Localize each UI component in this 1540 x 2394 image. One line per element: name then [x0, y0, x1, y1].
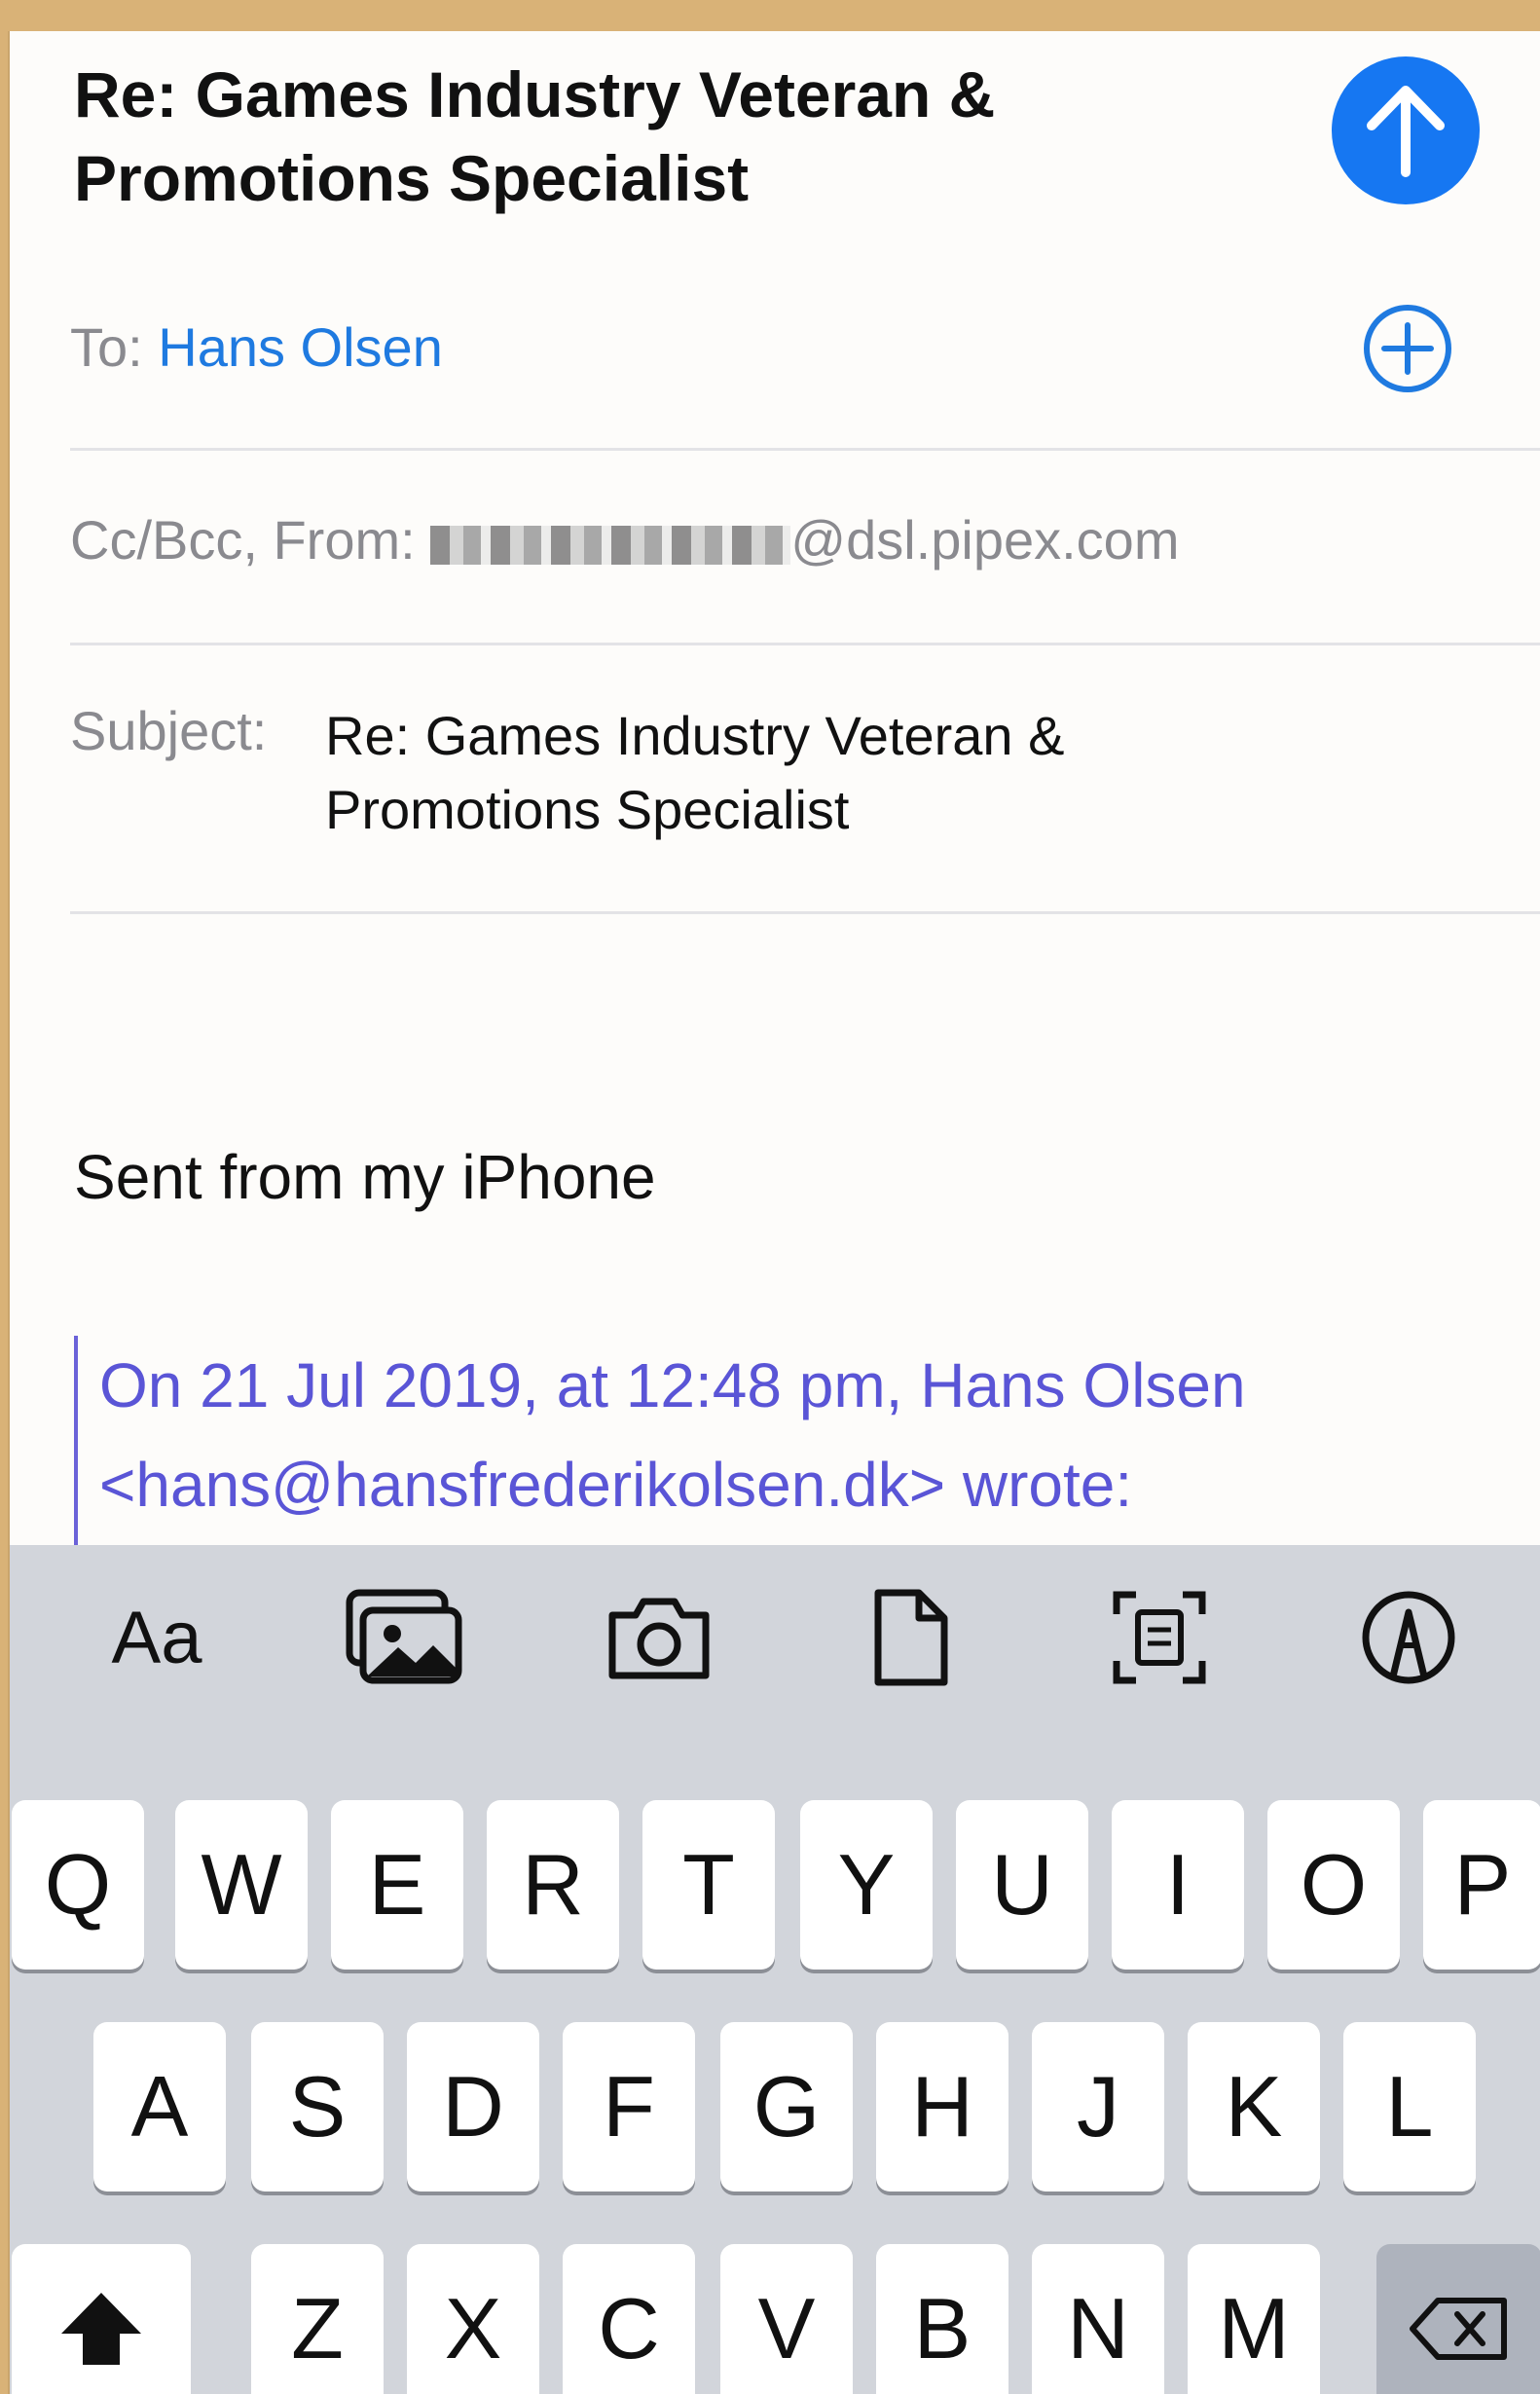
key-t[interactable]: T — [642, 1800, 775, 1970]
markup-icon — [1362, 1591, 1455, 1684]
mail-compose-screen: Re: Games Industry Veteran & Promotions … — [8, 31, 1540, 2394]
key-p[interactable]: P — [1423, 1800, 1540, 1970]
key-m[interactable]: M — [1188, 2244, 1320, 2394]
camera-icon — [608, 1598, 710, 1679]
divider — [70, 448, 1540, 451]
cc-bcc-from-label: Cc/Bcc, From: — [70, 509, 416, 571]
key-w[interactable]: W — [175, 1800, 308, 1970]
body-signature[interactable]: Sent from my iPhone — [74, 1141, 656, 1213]
key-e[interactable]: E — [331, 1800, 463, 1970]
attach-document-button[interactable] — [847, 1584, 973, 1691]
key-a[interactable]: A — [93, 2022, 226, 2191]
camera-button[interactable] — [596, 1584, 722, 1691]
subject-label: Subject: — [70, 700, 268, 761]
send-button[interactable] — [1332, 56, 1480, 204]
key-x[interactable]: X — [407, 2244, 539, 2394]
subject-value[interactable]: Re: Games Industry Veteran & Promotions … — [325, 699, 1299, 847]
document-icon — [874, 1589, 948, 1686]
redacted-email-prefix — [430, 526, 791, 565]
key-n[interactable]: N — [1032, 2244, 1164, 2394]
key-d[interactable]: D — [407, 2022, 539, 2191]
delete-key[interactable] — [1376, 2244, 1540, 2394]
compose-title: Re: Games Industry Veteran & Promotions … — [74, 58, 996, 214]
shift-icon — [61, 2293, 141, 2365]
divider — [70, 643, 1540, 645]
key-r[interactable]: R — [487, 1800, 619, 1970]
delete-backspace-icon — [1410, 2298, 1507, 2360]
key-l[interactable]: L — [1343, 2022, 1476, 2191]
quoted-message: On 21 Jul 2019, at 12:48 pm, Hans Olsen … — [74, 1336, 1365, 1569]
key-i[interactable]: I — [1112, 1800, 1244, 1970]
key-c[interactable]: C — [563, 2244, 695, 2394]
divider — [70, 911, 1540, 914]
scan-document-button[interactable] — [1096, 1584, 1223, 1691]
format-text-button[interactable]: Aa — [93, 1584, 220, 1691]
plus-circle-icon — [1364, 305, 1451, 392]
key-y[interactable]: Y — [800, 1800, 933, 1970]
to-field[interactable]: To: Hans Olsen — [70, 315, 1540, 379]
format-toolbar: Aa — [10, 1545, 1540, 1730]
from-email-domain: @dsl.pipex.com — [790, 509, 1180, 571]
key-b[interactable]: B — [876, 2244, 1008, 2394]
scan-document-icon — [1113, 1591, 1206, 1684]
shift-key[interactable] — [12, 2244, 191, 2394]
arrow-up-icon — [1367, 86, 1445, 177]
key-f[interactable]: F — [563, 2022, 695, 2191]
photo-library-button[interactable] — [341, 1584, 467, 1691]
quote-header-line2: <hans@hansfrederikolsen.dk> wrote: — [99, 1450, 1133, 1520]
key-h[interactable]: H — [876, 2022, 1008, 2191]
markup-button[interactable] — [1345, 1584, 1472, 1691]
key-v[interactable]: V — [720, 2244, 853, 2394]
key-k[interactable]: K — [1188, 2022, 1320, 2191]
key-z[interactable]: Z — [251, 2244, 384, 2394]
key-q[interactable]: Q — [12, 1800, 144, 1970]
key-s[interactable]: S — [251, 2022, 384, 2191]
key-g[interactable]: G — [720, 2022, 853, 2191]
key-u[interactable]: U — [956, 1800, 1088, 1970]
keyboard: Aa Q W E R T Y U I O P A S D F G H J K L… — [10, 1545, 1540, 2394]
key-o[interactable]: O — [1267, 1800, 1400, 1970]
recipient-token[interactable]: Hans Olsen — [158, 316, 443, 378]
quote-header-line1: On 21 Jul 2019, at 12:48 pm, Hans Olsen — [99, 1350, 1246, 1420]
to-label: To: — [70, 316, 143, 378]
subject-field[interactable]: Subject: Re: Games Industry Veteran & Pr… — [70, 699, 1540, 874]
photo-library-icon — [346, 1589, 462, 1684]
add-recipient-button[interactable] — [1359, 300, 1456, 397]
cc-bcc-from-field[interactable]: Cc/Bcc, From: @dsl.pipex.com — [70, 508, 1540, 571]
key-j[interactable]: J — [1032, 2022, 1164, 2191]
